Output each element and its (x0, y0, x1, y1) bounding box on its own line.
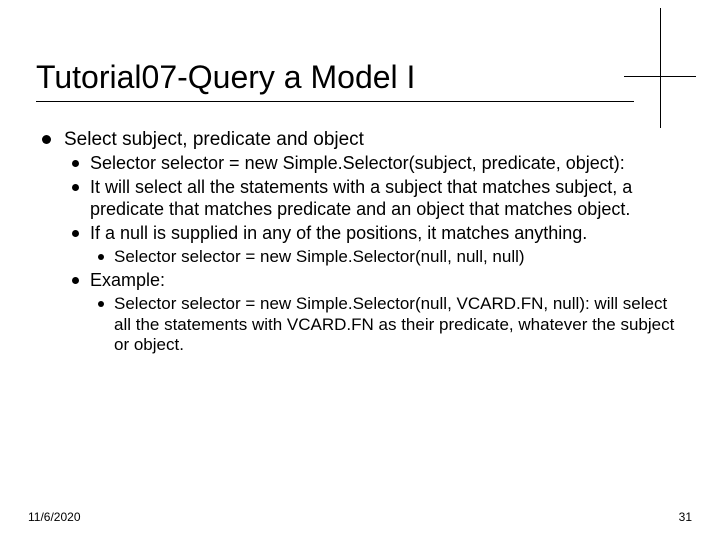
bullet-level1: It will select all the statements with a… (64, 177, 684, 221)
footer-page-number: 31 (679, 510, 692, 524)
bullet-level1: Selector selector = new Simple.Selector(… (64, 153, 684, 175)
bullet-level1: If a null is supplied in any of the posi… (64, 223, 684, 268)
bullet-level2: Selector selector = new Simple.Selector(… (90, 247, 684, 268)
title-underline (36, 101, 634, 102)
bullet-level0: Select subject, predicate and object Sel… (36, 128, 684, 356)
content: Select subject, predicate and object Sel… (36, 128, 684, 356)
bullet-text: It will select all the statements with a… (90, 177, 632, 219)
bullet-text: Selector selector = new Simple.Selector(… (114, 247, 525, 266)
bullet-level2: Selector selector = new Simple.Selector(… (90, 294, 684, 356)
bullet-text: Selector selector = new Simple.Selector(… (114, 294, 674, 354)
slide-title: Tutorial07-Query a Model I (36, 60, 684, 95)
bullet-text: Example: (90, 270, 165, 290)
slide: Tutorial07-Query a Model I Select subjec… (0, 0, 720, 540)
title-block: Tutorial07-Query a Model I (36, 60, 684, 102)
footer-date: 11/6/2020 (28, 510, 81, 524)
bullet-text: Select subject, predicate and object (64, 129, 364, 150)
bullet-level1: Example: Selector selector = new Simple.… (64, 270, 684, 356)
bullet-text: If a null is supplied in any of the posi… (90, 223, 587, 243)
bullet-text: Selector selector = new Simple.Selector(… (90, 153, 625, 173)
